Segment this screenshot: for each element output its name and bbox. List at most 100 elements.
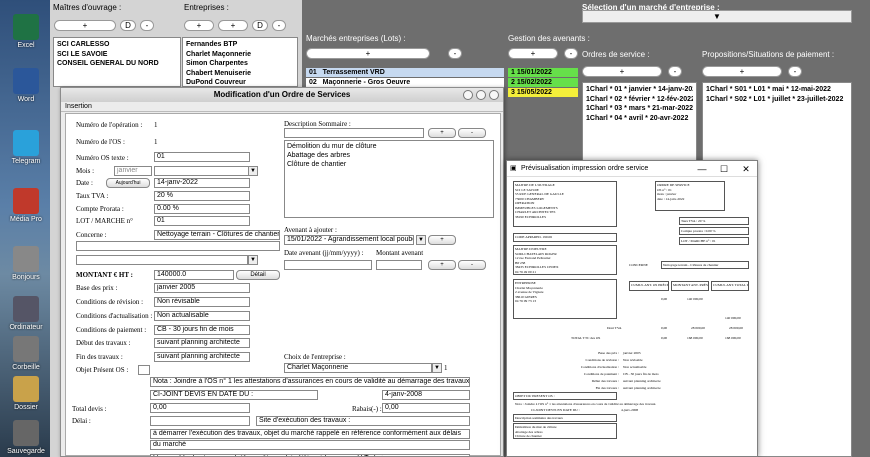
total-devis-input[interactable]: 0,00: [150, 403, 250, 413]
maitres-list[interactable]: SCI CARLESSO SCI LE SAVOIE CONSEIL GENER…: [53, 37, 181, 87]
avenant-row[interactable]: 2 15/02/2022: [508, 78, 578, 87]
mois-select[interactable]: janvier: [114, 166, 152, 176]
concerne-input[interactable]: Nettoyage terrain - Clôtures de chantier: [154, 230, 280, 240]
description-input[interactable]: [284, 128, 424, 138]
list-item[interactable]: DuPond Couvreur: [186, 78, 294, 86]
ci-joint-input[interactable]: CI-JOINT DEVIS EN DATE DU :: [150, 390, 318, 400]
entreprises-list[interactable]: Fernandes BTP Charlet Maçonnerie Simon C…: [182, 37, 298, 87]
selection-dropdown[interactable]: ▼: [582, 10, 852, 23]
d-entreprise-button[interactable]: D: [252, 20, 268, 31]
nota-input[interactable]: Nota : Joindre à l'OS n° 1 les attestati…: [150, 377, 470, 387]
ordinateur-icon[interactable]: Ordinateur: [4, 296, 48, 331]
debut-travaux-input[interactable]: suivant planning architecte: [154, 338, 250, 348]
list-item[interactable]: Abattage des arbres: [287, 151, 491, 160]
avenant-dropdown-icon[interactable]: ▼: [416, 235, 426, 245]
rabais-input[interactable]: 0,00: [382, 403, 470, 413]
remove-entreprise-button[interactable]: -: [272, 20, 286, 31]
add-proposition-button[interactable]: +: [702, 66, 782, 77]
aujourdhui-button[interactable]: Aujourd'hui: [106, 178, 150, 188]
conditions-paiement-input[interactable]: CB - 30 jours fin de mois: [154, 325, 250, 335]
remove-marche-button[interactable]: -: [448, 48, 462, 59]
excel-icon[interactable]: Excel: [4, 14, 48, 49]
add-avenant-button[interactable]: +: [508, 48, 558, 59]
delai-input[interactable]: [150, 416, 250, 426]
date-avenant-input[interactable]: [284, 260, 372, 270]
add-maitre-button[interactable]: +: [54, 20, 116, 31]
list-item[interactable]: 1Charl * S01 * L01 * mai * 12-mai-2022: [706, 85, 848, 95]
avenant-select[interactable]: 15/01/2022 - Agrandissement local poubel…: [284, 235, 414, 245]
num-os-texte-input[interactable]: 01: [154, 152, 250, 162]
choix-entreprise-select[interactable]: Charlet Maçonnerie: [284, 363, 432, 373]
sauvegarde-icon[interactable]: Sauvegarde: [4, 420, 48, 455]
mediapro-icon[interactable]: Média Pro: [4, 188, 48, 223]
date-input[interactable]: 14-janv-2022: [154, 178, 250, 188]
conditions-revision-input[interactable]: Non révisable: [154, 297, 250, 307]
add-montant-avenant-button[interactable]: +: [428, 260, 456, 270]
telegram-icon[interactable]: Telegram: [4, 130, 48, 165]
remove-maitre-button[interactable]: -: [140, 20, 154, 31]
remove-proposition-button[interactable]: -: [788, 66, 802, 77]
list-item[interactable]: SCI LE SAVOIE: [57, 50, 177, 60]
list-item[interactable]: 1Charl * 03 * mars * 21-mar-2022: [586, 104, 693, 114]
list-item[interactable]: 1Charl * 01 * janvier * 14-janv-2022: [586, 85, 693, 95]
add-marche-button[interactable]: +: [306, 48, 430, 59]
list-item[interactable]: CONSEIL GENERAL DU NORD: [57, 59, 177, 69]
list-item[interactable]: 1Charl * 04 * avril * 20-avr-2022: [586, 114, 693, 124]
remove-ordre-button[interactable]: -: [668, 66, 682, 77]
list-item[interactable]: Fernandes BTP: [186, 40, 294, 50]
maximize-icon[interactable]: ☐: [713, 161, 735, 177]
list-item[interactable]: Charlet Maçonnerie: [186, 50, 294, 60]
lot-row[interactable]: 01 Terrassement VRD: [306, 68, 504, 77]
add-ordre-button[interactable]: +: [582, 66, 662, 77]
close-icon[interactable]: [489, 90, 499, 100]
dialog-titlebar[interactable]: Modification d'un Ordre de Services: [61, 88, 503, 102]
texte2-input[interactable]: du marché: [150, 440, 470, 450]
choix-entreprise-dropdown-icon[interactable]: ▼: [432, 363, 442, 373]
lot-marche-input[interactable]: 01: [154, 216, 250, 226]
remove-avenant-button[interactable]: -: [564, 48, 578, 59]
corbeille-icon[interactable]: Corbeille: [4, 336, 48, 371]
detail-button[interactable]: Détail: [236, 270, 280, 280]
bonjour-icon[interactable]: Bonjours: [4, 246, 48, 281]
avenant-row[interactable]: 1 15/01/2022: [508, 68, 578, 77]
add-avenant-dialog-button[interactable]: +: [428, 235, 456, 245]
list-item[interactable]: Clôture de chantier: [287, 160, 491, 169]
list-item[interactable]: Simon Charpentes: [186, 59, 294, 69]
concerne-dropdown-icon[interactable]: ▼: [248, 255, 258, 265]
list-item[interactable]: SCI CARLESSO: [57, 40, 177, 50]
description-list[interactable]: Démolition du mur de clôture Abattage de…: [284, 140, 494, 218]
d-maitre-button[interactable]: D: [120, 20, 136, 31]
taux-tva-input[interactable]: 20 %: [154, 191, 250, 201]
menu-insertion[interactable]: Insertion: [61, 102, 503, 112]
minimize-icon[interactable]: [463, 90, 473, 100]
mois-field[interactable]: [154, 166, 250, 176]
base-prix-input[interactable]: janvier 2005: [154, 283, 250, 293]
close-icon[interactable]: ✕: [735, 161, 757, 177]
fin-travaux-input[interactable]: suivant planning architecte: [154, 352, 250, 362]
avenant-row[interactable]: 3 15/05/2022: [508, 88, 578, 97]
list-item[interactable]: Démolition du mur de clôture: [287, 142, 491, 151]
maximize-icon[interactable]: [476, 90, 486, 100]
list-item[interactable]: 1Charl * S02 * L01 * juillet * 23-juille…: [706, 95, 848, 105]
dossier-icon[interactable]: Dossier: [4, 376, 48, 411]
minimize-icon[interactable]: —: [691, 161, 713, 177]
list-item[interactable]: 1Charl * 02 * février * 12-fév-2022: [586, 95, 693, 105]
montant-avenant-input[interactable]: [376, 260, 422, 270]
texte1-input[interactable]: à démarrer l'exécution des travaux, obje…: [150, 429, 470, 439]
montant-input[interactable]: 140000.0: [154, 270, 234, 280]
compte-prorata-input[interactable]: 0.00 %: [154, 204, 250, 214]
preview-titlebar[interactable]: ▣ Prévisualisation impression ordre serv…: [507, 161, 757, 177]
concerne-select[interactable]: [76, 255, 248, 265]
lot-row[interactable]: 02 Maçonnerie - Gros Oeuvre: [306, 78, 504, 87]
mois-dropdown-icon[interactable]: ▼: [248, 166, 258, 176]
remove-description-button[interactable]: -: [458, 128, 486, 138]
list-item[interactable]: Chabert Menuiserie: [186, 69, 294, 79]
add-entreprise-button-2[interactable]: +: [218, 20, 248, 31]
word-icon[interactable]: Word: [4, 68, 48, 103]
add-description-button[interactable]: +: [428, 128, 456, 138]
concerne-extra-input[interactable]: [76, 241, 280, 251]
remove-montant-avenant-button[interactable]: -: [458, 260, 486, 270]
ci-joint-date-input[interactable]: 4-janv-2008: [382, 390, 470, 400]
add-entreprise-button[interactable]: +: [184, 20, 214, 31]
objet-input[interactable]: [138, 365, 150, 375]
